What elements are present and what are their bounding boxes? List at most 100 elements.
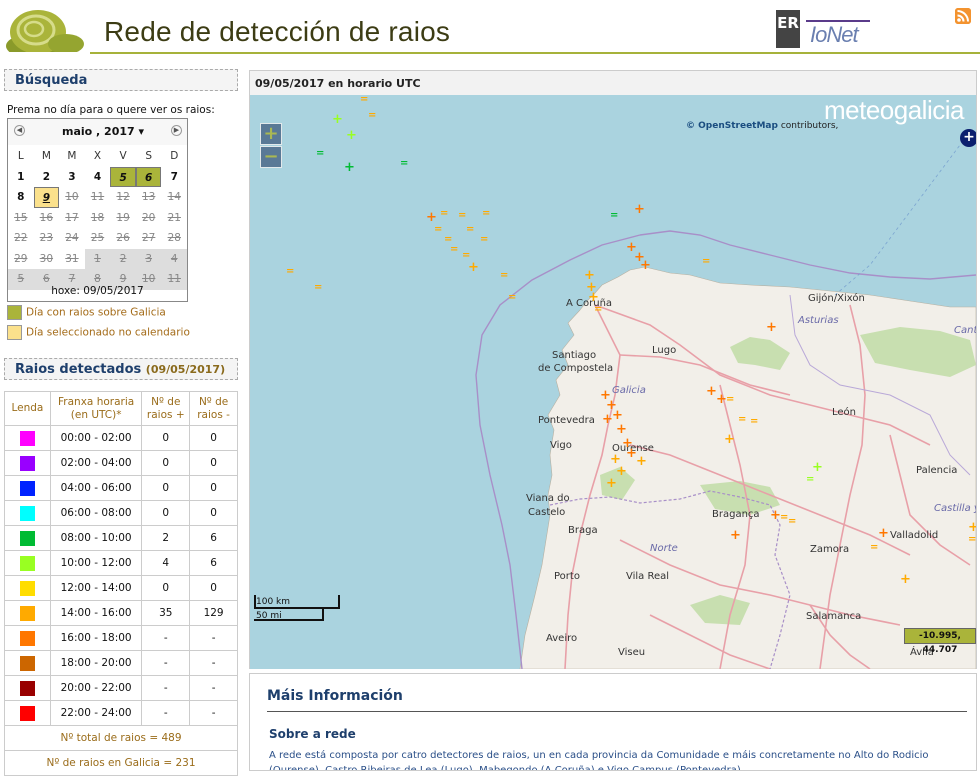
lightning-strike-positive-marker: + bbox=[588, 290, 599, 305]
lightning-strike-positive-marker: + bbox=[640, 258, 651, 273]
lightning-strike-negative-marker: = bbox=[450, 244, 459, 255]
calendar-day[interactable]: 9 bbox=[33, 187, 60, 208]
legend-color-swatch bbox=[19, 605, 35, 621]
place-label: Lugo bbox=[652, 345, 677, 356]
legend-color-swatch bbox=[19, 630, 35, 646]
calendar-today[interactable]: hoxe: 09/05/2017 bbox=[8, 285, 187, 297]
page-title: Rede de detección de raios bbox=[104, 16, 451, 47]
meteogalicia-swirl-logo[interactable] bbox=[4, 2, 86, 52]
calendar-day: 28 bbox=[167, 232, 181, 244]
rays-cell-pos: - bbox=[141, 700, 191, 726]
legend-selected-day: Día seleccionado no calendario bbox=[7, 325, 190, 340]
legend-color-swatch bbox=[19, 430, 35, 446]
legend-cell bbox=[4, 575, 51, 601]
place-label: Aveiro bbox=[546, 633, 578, 644]
maritime-boundary bbox=[639, 230, 976, 280]
calendar-day[interactable]: 1 bbox=[8, 167, 34, 188]
rays-table-header: Lenda Franxa horaria (en UTC)* Nº de rai… bbox=[4, 391, 238, 426]
scale-km-label: 100 km bbox=[256, 597, 291, 607]
col-time-range: Franxa horaria (en UTC)* bbox=[49, 391, 143, 426]
calendar-day[interactable]: 6 bbox=[135, 166, 162, 187]
lightning-strike-positive-marker: + bbox=[602, 412, 613, 427]
rays-cell-neg: 0 bbox=[189, 425, 238, 451]
calendar-weekday: V bbox=[110, 146, 136, 167]
info-title: Máis Información bbox=[267, 688, 403, 704]
lightning-strike-negative-marker: = bbox=[458, 210, 467, 221]
calendar-month-label: maio , 2017 bbox=[62, 125, 135, 138]
rays-cell-pos: - bbox=[141, 675, 191, 701]
rss-icon[interactable] bbox=[955, 8, 971, 24]
scale-tick bbox=[338, 595, 340, 609]
place-label: Braga bbox=[568, 525, 598, 536]
calendar-day: 23 bbox=[39, 232, 54, 244]
rays-cell-pos: 2 bbox=[141, 525, 191, 551]
table-row: 12:00 - 14:00 0 0 bbox=[4, 575, 238, 601]
lightning-strike-negative-marker: = bbox=[360, 95, 369, 105]
calendar-day: 31 bbox=[65, 252, 79, 265]
lightning-strike-negative-marker: = bbox=[726, 394, 735, 405]
rays-cell-neg: 129 bbox=[189, 600, 238, 626]
place-label: Vila Real bbox=[626, 571, 670, 582]
col-positive: Nº de raios + bbox=[141, 391, 191, 426]
calendar-day: 15 bbox=[14, 211, 28, 224]
rays-total-row: Nº total de raios = 489 bbox=[4, 725, 238, 751]
calendar-day: 22 bbox=[14, 232, 28, 244]
place-label: Castelo bbox=[528, 507, 566, 518]
calendar-day[interactable]: 4 bbox=[85, 167, 111, 188]
calendar-weekday: M bbox=[59, 146, 85, 167]
place-label: Vigo bbox=[550, 440, 572, 451]
rays-cell-range: 02:00 - 04:00 bbox=[49, 450, 143, 476]
calendar-grid: L M M X V S D 1 2 3 4 5 6 7 8 9 10 11 12 13 14 15 16 17 18 19 20 21… bbox=[8, 146, 188, 290]
lightning-strike-positive-marker: + bbox=[426, 210, 437, 225]
legend-cell bbox=[4, 525, 51, 551]
legend-cell bbox=[4, 550, 51, 576]
rays-cell-range: 04:00 - 06:00 bbox=[49, 475, 143, 501]
zoom-out-button[interactable]: − bbox=[260, 146, 282, 168]
lightning-strike-positive-marker: + bbox=[968, 520, 976, 535]
lightning-map[interactable]: + − meteogalicia © OpenStreetMap contrib… bbox=[250, 95, 976, 669]
calendar-month-select[interactable]: maio , 2017 ▾ bbox=[62, 125, 144, 138]
rays-cell-neg: - bbox=[189, 625, 238, 651]
scale-km-bar bbox=[254, 607, 340, 609]
lightning-strike-positive-marker: + bbox=[606, 476, 617, 491]
calendar-day[interactable]: 5 bbox=[110, 166, 136, 187]
calendar-weekday-row: LMMXVSD bbox=[8, 146, 188, 167]
calendar-day[interactable]: 3 bbox=[59, 167, 85, 188]
calendar-prev-month-button[interactable]: ◀ bbox=[14, 125, 25, 136]
lightning-strike-positive-marker: + bbox=[724, 432, 735, 447]
calendar-week: 22 23 24 25 26 27 28 bbox=[8, 228, 187, 249]
place-label: Gijón/Xixón bbox=[808, 293, 865, 304]
calendar-day[interactable]: 7 bbox=[161, 167, 187, 188]
ionet-logo[interactable]: IoNet bbox=[806, 16, 872, 48]
legend-cell bbox=[4, 700, 51, 726]
lightning-strike-positive-marker: + bbox=[636, 454, 647, 469]
lightning-strike-negative-marker: = bbox=[286, 266, 295, 277]
lightning-strike-negative-marker: = bbox=[314, 282, 323, 293]
lightning-strike-positive-marker: + bbox=[468, 260, 479, 275]
table-row: 10:00 - 12:00 4 6 bbox=[4, 550, 238, 576]
lightning-strike-positive-marker: + bbox=[344, 160, 355, 175]
lightning-strike-positive-marker: + bbox=[766, 320, 777, 335]
legend-cell bbox=[4, 500, 51, 526]
calendar-day[interactable]: 8 bbox=[8, 187, 34, 208]
table-row: 08:00 - 10:00 2 6 bbox=[4, 525, 238, 551]
place-label: Viana do bbox=[526, 493, 570, 504]
calendar-day: 2 bbox=[110, 248, 136, 269]
calendar-day: 10 bbox=[65, 191, 79, 203]
calendar-header: ◀ maio , 2017 ▾ ▶ bbox=[8, 119, 187, 145]
place-label: Bragança bbox=[712, 509, 760, 520]
rays-cell-range: 14:00 - 16:00 bbox=[49, 600, 143, 626]
osm-link[interactable]: © OpenStreetMap bbox=[686, 121, 778, 131]
er-logo[interactable]: ER bbox=[776, 10, 800, 48]
calendar-day[interactable]: 2 bbox=[34, 167, 60, 188]
rays-galicia: Nº de raios en Galicia = 231 bbox=[4, 750, 238, 776]
zoom-in-button[interactable]: + bbox=[260, 123, 282, 145]
layer-switcher-button[interactable]: + bbox=[960, 129, 976, 147]
calendar-day: 11 bbox=[90, 191, 105, 203]
info-panel: Máis Información Sobre a rede A rede est… bbox=[249, 673, 977, 771]
place-label: Norte bbox=[650, 543, 678, 554]
legend-cell bbox=[4, 600, 51, 626]
ionet-logo-text: IoNet bbox=[810, 22, 859, 47]
calendar-next-month-button[interactable]: ▶ bbox=[171, 125, 182, 136]
legend-color-swatch bbox=[19, 680, 35, 696]
